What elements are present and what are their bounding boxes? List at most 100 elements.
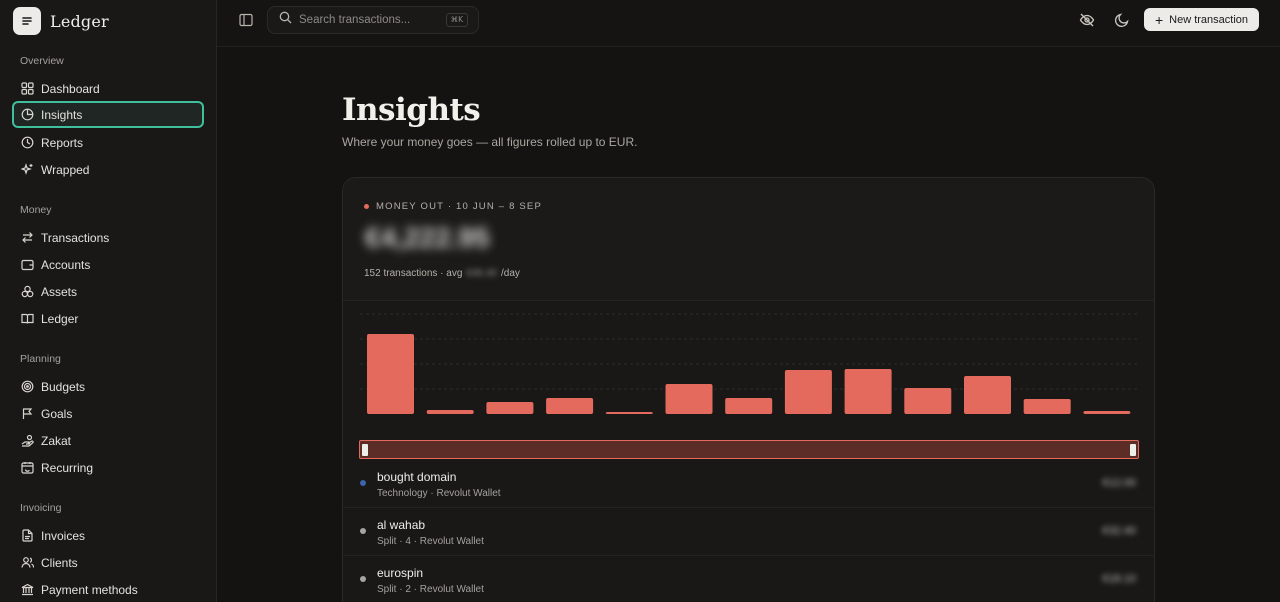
search-placeholder: Search transactions... <box>299 14 411 26</box>
sidebar-item-label: Reports <box>41 135 84 150</box>
money-out-dot-icon <box>364 204 369 209</box>
category-dot <box>360 480 366 486</box>
sidebar-item-zakat[interactable]: Zakat <box>12 427 204 454</box>
chart-bar[interactable] <box>844 369 892 414</box>
transaction-amount: €32.40 <box>1102 525 1136 537</box>
hand-coins-icon <box>20 434 34 448</box>
sidebar-item-label: Insights <box>41 107 83 122</box>
sidebar-item-label: Invoices <box>41 528 86 543</box>
transaction-name: eurospin <box>377 566 424 580</box>
sidebar-item-label: Budgets <box>41 379 86 394</box>
sidebar-item-label: Recurring <box>41 460 94 475</box>
sidebar-item-wrapped[interactable]: Wrapped <box>12 156 204 183</box>
category-dot <box>360 576 366 582</box>
users-icon <box>20 556 34 570</box>
plus-icon: + <box>1154 11 1164 28</box>
pie-chart-icon <box>20 108 34 122</box>
sidebar-item-reports[interactable]: Reports <box>12 129 204 156</box>
sidebar-item-assets[interactable]: Assets <box>12 278 204 305</box>
dashboard-icon <box>20 82 34 96</box>
flag-icon <box>20 407 34 421</box>
chart-bar[interactable] <box>904 388 952 414</box>
chart-bar[interactable] <box>665 384 713 414</box>
sidebar-toggle-icon[interactable] <box>239 13 253 27</box>
clock-chart-icon <box>20 136 34 150</box>
sidebar-item-label: Payment methods <box>41 582 138 597</box>
logo-icon <box>13 7 41 35</box>
sidebar-item-payment-methods[interactable]: Payment methods <box>12 576 204 602</box>
card-kicker-text: MONEY OUT · 10 JUN – 8 SEP <box>376 201 542 212</box>
card-kicker: MONEY OUT · 10 JUN – 8 SEP <box>364 201 542 212</box>
coins-icon <box>20 285 34 299</box>
bank-icon <box>20 583 34 597</box>
transaction-row[interactable]: al wahab Split · 4 · Revolut Wallet €32.… <box>343 508 1154 556</box>
sidebar-item-accounts[interactable]: Accounts <box>12 251 204 278</box>
sidebar-item-invoices[interactable]: Invoices <box>12 522 204 549</box>
sidebar-item-dashboard[interactable]: Dashboard <box>12 75 204 102</box>
brand-name: Ledger <box>50 11 109 31</box>
chart-bar[interactable] <box>1023 399 1071 414</box>
sidebar-item-insights[interactable]: Insights <box>12 101 204 128</box>
brand[interactable]: Ledger <box>13 7 109 35</box>
transaction-row[interactable]: bought domain Technology · Revolut Walle… <box>343 460 1154 508</box>
sidebar-item-goals[interactable]: Goals <box>12 400 204 427</box>
search-input[interactable]: Search transactions... ⌘K <box>267 6 479 34</box>
sidebar-item-recurring[interactable]: Recurring <box>12 454 204 481</box>
section-title-invoicing: Invoicing <box>20 502 62 514</box>
card-header: MONEY OUT · 10 JUN – 8 SEP €4,222.95 152… <box>343 178 1154 301</box>
sidebar-item-budgets[interactable]: Budgets <box>12 373 204 400</box>
topbar: Search transactions... ⌘K + New transact… <box>217 0 1280 47</box>
sidebar-item-ledger[interactable]: Ledger <box>12 305 204 332</box>
avg-value: €46.40 <box>466 268 497 279</box>
file-text-icon <box>20 529 34 543</box>
sidebar-item-label: Accounts <box>41 257 91 272</box>
sidebar-item-transactions[interactable]: Transactions <box>12 224 204 251</box>
chart-bar[interactable] <box>1083 411 1131 414</box>
chart-bar[interactable] <box>367 334 414 414</box>
total-amount: €4,222.95 <box>365 222 490 253</box>
range-handle-start[interactable] <box>362 444 368 456</box>
hide-amounts-eye-off-icon[interactable] <box>1079 12 1095 28</box>
target-icon <box>20 380 34 394</box>
sparkles-icon <box>20 163 34 177</box>
chart-bar[interactable] <box>426 410 474 414</box>
transaction-name: bought domain <box>377 470 457 484</box>
sidebar-item-label: Clients <box>41 555 78 570</box>
new-transaction-button[interactable]: + New transaction <box>1144 8 1259 31</box>
chart-bar[interactable] <box>605 412 653 414</box>
range-handle-end[interactable] <box>1130 444 1136 456</box>
sidebar: Ledger Overview Dashboard Insights Repor… <box>0 0 217 602</box>
transaction-amount: €18.10 <box>1102 573 1136 585</box>
category-dot <box>360 528 366 534</box>
chart-bar[interactable] <box>784 370 832 414</box>
summary-meta: 152 transactions · avg €46.40 /day <box>364 268 520 279</box>
transactions-count: 152 transactions · avg <box>364 268 463 279</box>
transaction-row[interactable]: eurospin Split · 2 · Revolut Wallet €18.… <box>343 556 1154 602</box>
transaction-amount: €12.00 <box>1102 477 1136 489</box>
wallet-icon <box>20 258 34 272</box>
sidebar-item-label: Goals <box>41 406 73 421</box>
money-out-card: MONEY OUT · 10 JUN – 8 SEP €4,222.95 152… <box>342 177 1155 602</box>
chart-bar[interactable] <box>725 398 773 414</box>
chart-bar[interactable] <box>964 376 1011 414</box>
sidebar-item-label: Wrapped <box>41 162 90 177</box>
book-open-icon <box>20 312 34 326</box>
calendar-repeat-icon <box>20 461 34 475</box>
sidebar-item-clients[interactable]: Clients <box>12 549 204 576</box>
per-day-label: /day <box>500 268 520 279</box>
sidebar-item-label: Ledger <box>41 311 79 326</box>
search-icon <box>279 11 292 29</box>
search-shortcut: ⌘K <box>445 13 468 27</box>
page-subtitle: Where your money goes — all figures roll… <box>342 135 638 149</box>
date-range-brush[interactable] <box>359 440 1139 459</box>
section-title-planning: Planning <box>20 353 61 365</box>
chart-bar[interactable] <box>486 402 534 414</box>
spending-bar-chart[interactable] <box>360 313 1140 423</box>
chart-bar[interactable] <box>546 398 594 414</box>
arrows-swap-icon <box>20 231 34 245</box>
section-title-overview: Overview <box>20 55 64 67</box>
transaction-details: Split · 2 · Revolut Wallet <box>377 584 484 595</box>
moon-icon[interactable] <box>1114 12 1130 28</box>
transaction-name: al wahab <box>377 518 426 532</box>
sidebar-item-label: Transactions <box>41 230 110 245</box>
